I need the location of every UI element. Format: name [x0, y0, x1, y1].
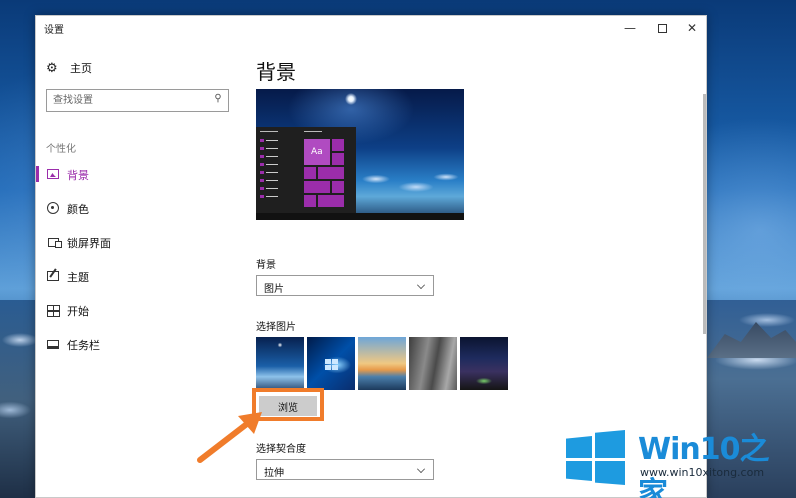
sidebar-item-themes[interactable]: 主题: [36, 264, 236, 288]
chevron-down-icon: [417, 281, 425, 289]
taskbar-icon: [46, 337, 60, 351]
gear-icon: ⚙: [46, 60, 58, 76]
search-icon[interactable]: ⚲: [211, 93, 225, 108]
close-button[interactable]: ✕: [676, 16, 706, 40]
preview-ice: [356, 169, 464, 209]
watermark-brand: Win10: [638, 432, 740, 467]
preview-start-menu: Aa: [256, 127, 356, 213]
window-title: 设置: [44, 25, 64, 36]
home-link[interactable]: ⚙ 主页: [46, 58, 226, 78]
dropdown-value: 拉伸: [264, 468, 284, 479]
watermark-title: Win10之家: [638, 424, 793, 498]
sidebar-item-lock-screen[interactable]: 锁屏界面: [36, 230, 236, 254]
sidebar-item-label: 颜色: [67, 203, 89, 216]
minimize-icon: —: [624, 21, 636, 35]
picture-thumbnail[interactable]: [256, 337, 304, 390]
search-input[interactable]: [53, 93, 203, 108]
watermark-url: www.win10xitong.com: [640, 466, 765, 479]
pointer-arrow-icon: [197, 412, 262, 463]
sidebar-item-label: 锁屏界面: [67, 237, 111, 250]
fit-label: 选择契合度: [256, 444, 306, 455]
picture-thumbnails: [256, 337, 510, 390]
picture-thumbnail[interactable]: [460, 337, 508, 390]
home-label: 主页: [70, 62, 92, 75]
maximize-icon: [657, 23, 667, 33]
section-label: 个性化: [46, 144, 76, 155]
search-box[interactable]: ⚲: [46, 89, 229, 112]
theme-icon: [46, 269, 60, 283]
preview-tile-text: Aa: [311, 147, 323, 157]
background-label: 背景: [256, 260, 276, 271]
sidebar-item-label: 任务栏: [67, 339, 100, 352]
page-title: 背景: [256, 60, 296, 84]
sidebar-item-start[interactable]: 开始: [36, 298, 236, 322]
close-icon: ✕: [686, 21, 698, 35]
dropdown-value: 图片: [264, 284, 284, 295]
sidebar-item-label: 开始: [67, 305, 89, 318]
sidebar-item-taskbar[interactable]: 任务栏: [36, 332, 236, 356]
windows-logo-icon: [566, 428, 626, 485]
picture-thumbnail[interactable]: [307, 337, 355, 390]
choose-picture-label: 选择图片: [256, 322, 296, 333]
wallpaper-ice-left: [0, 300, 40, 498]
sidebar-item-background[interactable]: 背景: [36, 162, 236, 186]
maximize-button[interactable]: [646, 16, 678, 40]
watermark: Win10之家 www.win10xitong.com: [563, 422, 793, 498]
fit-dropdown[interactable]: 拉伸: [256, 459, 434, 480]
picture-thumbnail[interactable]: [358, 337, 406, 390]
sidebar-item-label: 主题: [67, 271, 89, 284]
preview-tile: Aa: [304, 139, 330, 165]
sidebar-item-colors[interactable]: 颜色: [36, 196, 236, 220]
preview-taskbar: [256, 213, 464, 220]
scrollbar[interactable]: [703, 94, 706, 334]
windows-logo-icon: [325, 359, 339, 371]
picture-icon: [46, 167, 60, 181]
sidebar-item-label: 背景: [67, 169, 89, 182]
lock-screen-icon: [46, 235, 62, 249]
background-type-dropdown[interactable]: 图片: [256, 275, 434, 296]
palette-icon: [46, 201, 60, 215]
chevron-down-icon: [417, 465, 425, 473]
background-preview: Aa: [256, 89, 464, 220]
minimize-button[interactable]: —: [614, 16, 646, 40]
title-bar[interactable]: 设置 — ✕: [36, 16, 706, 40]
start-icon: [46, 303, 60, 317]
picture-thumbnail[interactable]: [409, 337, 457, 390]
active-indicator: [36, 166, 39, 182]
